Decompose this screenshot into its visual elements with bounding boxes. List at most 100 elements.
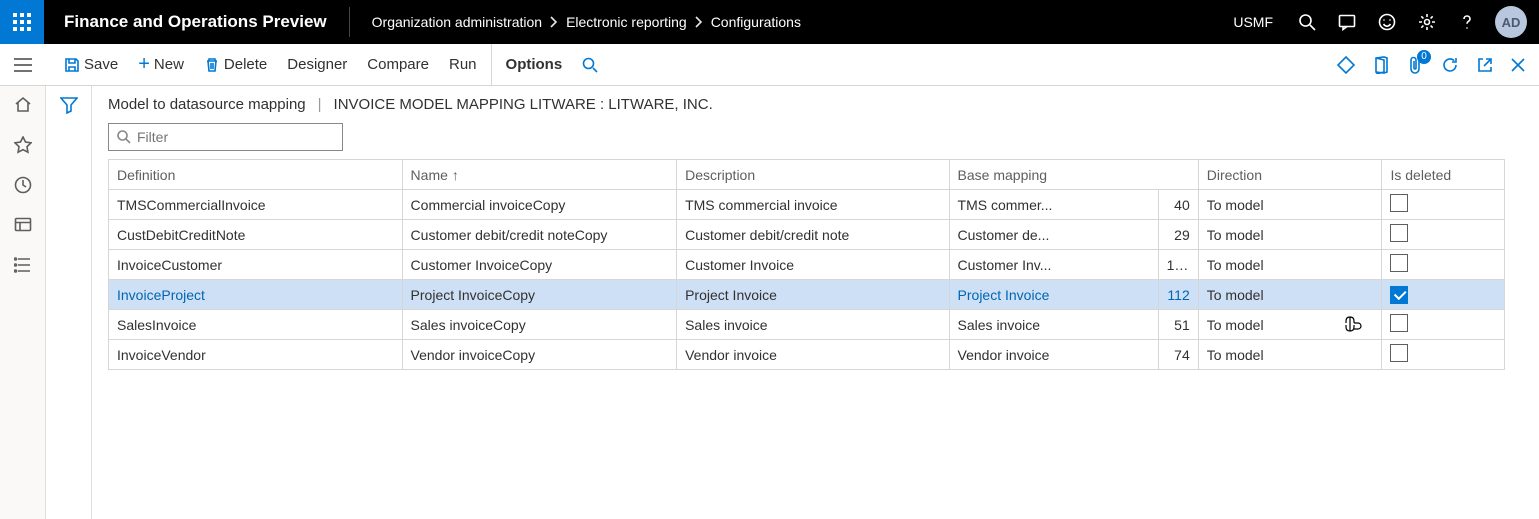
- grid-filter-input[interactable]: [137, 129, 334, 145]
- cell-name[interactable]: Commercial invoiceCopy: [402, 190, 677, 220]
- cell-definition[interactable]: InvoiceCustomer: [109, 250, 403, 280]
- run-button[interactable]: Run: [439, 44, 487, 85]
- left-nav: [0, 86, 46, 519]
- col-base-mapping[interactable]: Base mapping: [949, 160, 1198, 190]
- cell-base-mapping[interactable]: TMS commer...: [949, 190, 1158, 220]
- cell-direction[interactable]: To model: [1198, 220, 1382, 250]
- is-deleted-checkbox[interactable]: [1390, 224, 1408, 242]
- refresh-button[interactable]: [1441, 56, 1459, 74]
- nav-favorites[interactable]: [0, 136, 46, 154]
- table-row[interactable]: InvoiceVendorVendor invoiceCopyVendor in…: [109, 340, 1505, 370]
- cell-definition[interactable]: SalesInvoice: [109, 310, 403, 340]
- cell-definition[interactable]: CustDebitCreditNote: [109, 220, 403, 250]
- col-description[interactable]: Description: [677, 160, 949, 190]
- nav-workspaces[interactable]: [0, 216, 46, 234]
- avatar[interactable]: AD: [1495, 6, 1527, 38]
- table-row[interactable]: CustDebitCreditNoteCustomer debit/credit…: [109, 220, 1505, 250]
- is-deleted-checkbox[interactable]: [1390, 314, 1408, 332]
- cell-base-num[interactable]: 74: [1158, 340, 1198, 370]
- table-row[interactable]: TMSCommercialInvoiceCommercial invoiceCo…: [109, 190, 1505, 220]
- cell-is-deleted[interactable]: [1382, 250, 1505, 280]
- nav-modules[interactable]: [0, 256, 46, 274]
- table-row[interactable]: InvoiceProjectProject InvoiceCopyProject…: [109, 280, 1505, 310]
- app-title: Finance and Operations Preview: [44, 12, 347, 32]
- col-is-deleted[interactable]: Is deleted: [1382, 160, 1505, 190]
- help-button[interactable]: [1447, 0, 1487, 44]
- table-row[interactable]: SalesInvoiceSales invoiceCopySales invoi…: [109, 310, 1505, 340]
- messages-button[interactable]: [1327, 0, 1367, 44]
- col-name[interactable]: Name↑: [402, 160, 677, 190]
- cell-direction[interactable]: To model: [1198, 340, 1382, 370]
- legal-entity[interactable]: USMF: [1219, 14, 1287, 30]
- cell-definition[interactable]: TMSCommercialInvoice: [109, 190, 403, 220]
- search-button[interactable]: [1287, 0, 1327, 44]
- cell-description[interactable]: Customer Invoice: [677, 250, 949, 280]
- breadcrumb-item[interactable]: Electronic reporting: [566, 14, 687, 30]
- delete-button[interactable]: Delete: [194, 44, 277, 85]
- cell-base-num[interactable]: 29: [1158, 220, 1198, 250]
- nav-home[interactable]: [0, 96, 46, 114]
- grid-filter[interactable]: [108, 123, 343, 151]
- cell-name[interactable]: Vendor invoiceCopy: [402, 340, 677, 370]
- cell-is-deleted[interactable]: [1382, 340, 1505, 370]
- cell-direction[interactable]: To model: [1198, 280, 1382, 310]
- waffle-launcher[interactable]: [0, 0, 44, 44]
- new-button[interactable]: + New: [128, 44, 194, 85]
- cell-description[interactable]: Project Invoice: [677, 280, 949, 310]
- page-subtitle: INVOICE MODEL MAPPING LITWARE : LITWARE,…: [334, 96, 713, 113]
- settings-button[interactable]: [1407, 0, 1447, 44]
- is-deleted-checkbox[interactable]: [1390, 254, 1408, 272]
- cell-base-num[interactable]: 112: [1158, 280, 1198, 310]
- cell-is-deleted[interactable]: [1382, 220, 1505, 250]
- cell-base-num[interactable]: 51: [1158, 310, 1198, 340]
- breadcrumb-item[interactable]: Organization administration: [372, 14, 542, 30]
- search-icon: [1298, 13, 1316, 31]
- is-deleted-checkbox[interactable]: [1390, 344, 1408, 362]
- compare-button[interactable]: Compare: [357, 44, 439, 85]
- is-deleted-checkbox[interactable]: [1390, 286, 1408, 304]
- feedback-button[interactable]: [1367, 0, 1407, 44]
- cell-description[interactable]: Customer debit/credit note: [677, 220, 949, 250]
- cell-base-mapping[interactable]: Project Invoice: [949, 280, 1158, 310]
- cell-base-num[interactable]: 127: [1158, 250, 1198, 280]
- cell-name[interactable]: Customer debit/credit noteCopy: [402, 220, 677, 250]
- cell-base-mapping[interactable]: Customer de...: [949, 220, 1158, 250]
- cell-base-mapping[interactable]: Vendor invoice: [949, 340, 1158, 370]
- designer-button[interactable]: Designer: [277, 44, 357, 85]
- cell-name[interactable]: Project InvoiceCopy: [402, 280, 677, 310]
- expand-button[interactable]: [1337, 56, 1355, 74]
- cell-name[interactable]: Sales invoiceCopy: [402, 310, 677, 340]
- cell-is-deleted[interactable]: [1382, 280, 1505, 310]
- office-button[interactable]: [1373, 56, 1389, 74]
- col-definition[interactable]: Definition: [109, 160, 403, 190]
- workspace-icon: [14, 216, 32, 234]
- cell-base-num[interactable]: 40: [1158, 190, 1198, 220]
- cell-base-mapping[interactable]: Customer Inv...: [949, 250, 1158, 280]
- cell-direction[interactable]: To model: [1198, 250, 1382, 280]
- cell-definition[interactable]: InvoiceProject: [109, 280, 403, 310]
- nav-toggle[interactable]: [0, 44, 46, 85]
- nav-recent[interactable]: [0, 176, 46, 194]
- is-deleted-checkbox[interactable]: [1390, 194, 1408, 212]
- attachments-button[interactable]: 0: [1407, 56, 1423, 74]
- cell-name[interactable]: Customer InvoiceCopy: [402, 250, 677, 280]
- cell-definition[interactable]: InvoiceVendor: [109, 340, 403, 370]
- cell-description[interactable]: Vendor invoice: [677, 340, 949, 370]
- cell-base-mapping[interactable]: Sales invoice: [949, 310, 1158, 340]
- cell-description[interactable]: Sales invoice: [677, 310, 949, 340]
- cell-description[interactable]: TMS commercial invoice: [677, 190, 949, 220]
- table-row[interactable]: InvoiceCustomerCustomer InvoiceCopyCusto…: [109, 250, 1505, 280]
- cell-is-deleted[interactable]: [1382, 190, 1505, 220]
- col-direction[interactable]: Direction: [1198, 160, 1382, 190]
- filter-pane-toggle[interactable]: [60, 96, 78, 519]
- cell-direction[interactable]: To model: [1198, 190, 1382, 220]
- options-button[interactable]: Options: [491, 44, 573, 85]
- save-button[interactable]: Save: [54, 44, 128, 85]
- cell-is-deleted[interactable]: [1382, 310, 1505, 340]
- popout-button[interactable]: [1477, 57, 1493, 73]
- toolbar-search-button[interactable]: [572, 44, 608, 85]
- home-icon: [14, 96, 32, 114]
- cell-direction[interactable]: To model: [1198, 310, 1382, 340]
- close-button[interactable]: [1511, 58, 1525, 72]
- breadcrumb-item[interactable]: Configurations: [711, 14, 801, 30]
